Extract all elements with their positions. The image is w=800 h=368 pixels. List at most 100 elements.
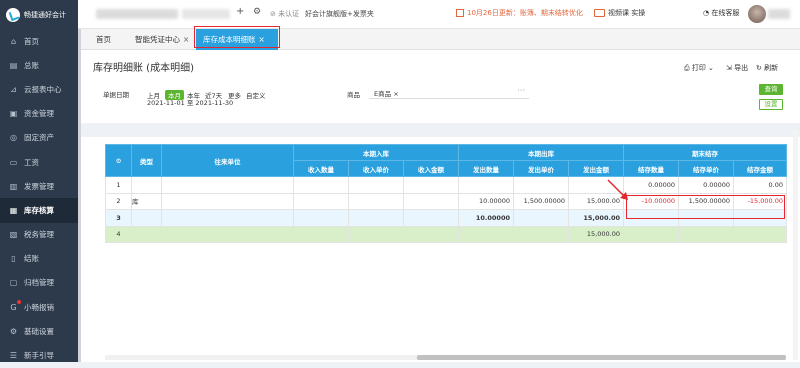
cell-out-price [513, 176, 569, 194]
cell-in-qty [293, 192, 349, 210]
close-icon[interactable]: × [393, 90, 398, 98]
settings-button[interactable]: 设置 [759, 99, 783, 110]
add-account-button[interactable]: + [236, 6, 244, 17]
sidebar-item-label: 资金管理 [24, 109, 54, 119]
row-index: 4 [105, 225, 132, 243]
close-account-icon: ▯ [11, 254, 16, 264]
tab-voucher-center[interactable]: 智能凭证中心 × [128, 29, 196, 50]
auth-status[interactable]: ⊘ 未认证 [270, 9, 299, 19]
asset-icon: ◎ [10, 133, 17, 143]
sidebar-item-tax[interactable]: ▧ 税务管理 [0, 223, 78, 247]
redacted-user-name [768, 9, 790, 19]
query-button[interactable]: 查询 [759, 84, 783, 95]
cell-type [131, 209, 162, 227]
more-icon[interactable]: ··· [517, 86, 525, 95]
goods-filter-label: 商品 [347, 91, 360, 99]
inventory-icon: ▦ [9, 205, 18, 215]
reimburse-icon: G [10, 302, 17, 312]
logo-text: 畅捷通好会计 [24, 10, 66, 19]
sidebar-item-setup[interactable]: ⚙ 基础设置 [0, 319, 78, 343]
horizontal-scrollbar[interactable] [105, 355, 786, 360]
annotation-arrow [607, 179, 628, 200]
cell-in-amount [403, 192, 459, 210]
auth-status-label: 未认证 [278, 10, 300, 18]
table-row-total[interactable]: 4 15,000.00 [105, 225, 787, 243]
col-partner: 往来单位 [161, 144, 294, 177]
col-bal-amount: 结存金额 [733, 160, 787, 177]
sidebar-item-assets[interactable]: ◎ 固定资产 [0, 126, 78, 150]
section-divider [81, 123, 800, 137]
col-bal-price: 结存单价 [678, 160, 734, 177]
sidebar-item-fund[interactable]: ▣ 资金管理 [0, 102, 78, 126]
sidebar-item-home[interactable]: ⌂ 首页 [0, 29, 78, 53]
table-row[interactable]: 1 0.00000 0.00000 0.00 [105, 176, 787, 194]
goods-select[interactable]: E商品 × ··· [369, 86, 529, 99]
sidebar-item-reimburse[interactable]: G 小畅报销 [0, 295, 78, 319]
col-in-qty: 收入数量 [293, 160, 349, 177]
sidebar-item-guide[interactable]: ☰ 新手引导 [0, 343, 78, 367]
sidebar-item-report[interactable]: ⊿ 云报表中心 [0, 77, 78, 101]
vertical-scrollbar[interactable] [793, 130, 798, 360]
date-range-text[interactable]: 2021-11-01 至 2021-11-30 [147, 97, 233, 107]
sidebar: ⌂ 首页 ▤ 总账 ⊿ 云报表中心 ▣ 资金管理 ◎ 固定资产 ▭ 工资 ▥ 发票管理 ▦ 库存… [0, 29, 78, 362]
salary-icon: ▭ [9, 157, 18, 167]
tab-label: 首页 [96, 35, 111, 44]
update-notice[interactable]: 10月26日更新：账簿、期末结转优化 [456, 8, 583, 18]
online-service-link[interactable]: ◔ 在线客服 [703, 8, 739, 18]
sidebar-item-label: 固定资产 [24, 133, 54, 143]
edition-label: 好会计旗舰版+发票夹 [305, 10, 374, 18]
tab-bar: 首页 智能凭证中心 × 库存成本明细账 × [81, 26, 800, 50]
scrollbar-thumb[interactable] [417, 355, 786, 360]
refresh-button[interactable]: ↻ 刷新 [756, 63, 778, 73]
goods-tag-label: E商品 [374, 90, 392, 98]
video-icon [594, 9, 605, 17]
sidebar-item-label: 基础设置 [24, 326, 54, 336]
col-out-qty: 发出数量 [458, 160, 514, 177]
cell-in-qty [293, 209, 349, 227]
video-course-link[interactable]: 视频课 实操 [594, 8, 645, 18]
cell-type [131, 225, 162, 243]
sidebar-item-salary[interactable]: ▭ 工资 [0, 150, 78, 174]
col-in-price: 收入单价 [348, 160, 404, 177]
cell-in-amount [403, 209, 459, 227]
cell-partner [161, 176, 294, 194]
notice-text: 10月26日更新：账簿、期末结转优化 [467, 9, 583, 17]
group-balance: 期末结存 [623, 144, 787, 161]
tab-home[interactable]: 首页 [89, 29, 118, 50]
sidebar-item-label: 云报表中心 [24, 84, 62, 94]
cell-in-qty [293, 225, 349, 243]
cell-out-qty [458, 225, 514, 243]
archive-icon: ▢ [9, 278, 18, 288]
row-index: 2 [105, 192, 132, 210]
cell-bal-price: 0.00000 [678, 176, 734, 194]
sidebar-item-close-account[interactable]: ▯ 结账 [0, 247, 78, 271]
row-index: 3 [105, 209, 132, 227]
sidebar-item-ledger[interactable]: ▤ 总账 [0, 53, 78, 77]
col-in-amount: 收入金额 [403, 160, 459, 177]
tab-label: 智能凭证中心 [135, 35, 180, 44]
cell-in-amount [403, 176, 459, 194]
range-custom[interactable]: 自定义 [246, 90, 266, 100]
avatar[interactable] [748, 5, 766, 23]
cell-out-amount: 15,000.00 [568, 225, 624, 243]
gear-icon[interactable]: ⚙ [253, 7, 261, 17]
sidebar-item-label: 结账 [24, 254, 39, 264]
goods-tag: E商品 × [374, 88, 399, 98]
sidebar-item-label: 发票管理 [24, 181, 54, 191]
cell-type: 库 [131, 192, 162, 210]
export-button[interactable]: ⇲ 导出 [726, 63, 748, 73]
close-icon[interactable]: × [183, 35, 189, 44]
sidebar-item-inventory[interactable]: ▦ 库存核算 [0, 198, 78, 223]
column-settings-icon[interactable]: ⚙ [105, 144, 132, 177]
print-label: 打印 [691, 64, 706, 72]
sidebar-item-invoice[interactable]: ▥ 发票管理 [0, 174, 78, 198]
sidebar-item-archive[interactable]: ▢ 归档管理 [0, 271, 78, 295]
sidebar-item-label: 工资 [24, 157, 39, 167]
export-label: 导出 [734, 64, 749, 72]
redacted-company-name-2 [182, 9, 230, 19]
sidebar-item-label: 总账 [24, 60, 39, 70]
service-text: 在线客服 [711, 9, 740, 17]
app-logo[interactable]: 畅捷通好会计 [0, 0, 78, 29]
logo-icon [6, 7, 20, 22]
print-button[interactable]: ⎙ 打印 ⌄ [684, 63, 714, 73]
